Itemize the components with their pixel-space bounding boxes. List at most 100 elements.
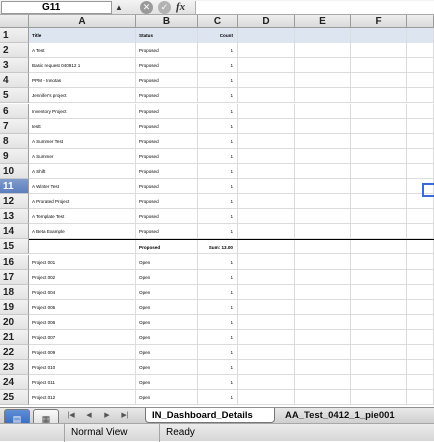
cell-empty[interactable]: [238, 224, 295, 240]
tab-aa-test-pie[interactable]: AA_Test_0412_1_pie001: [279, 408, 434, 423]
cell-title[interactable]: A Template Test: [29, 209, 136, 225]
tab-in-dashboard-details[interactable]: IN_Dashboard_Details: [145, 408, 275, 423]
cell-empty[interactable]: [238, 360, 295, 376]
row-header[interactable]: 16: [0, 254, 29, 270]
formula-input[interactable]: [195, 1, 434, 14]
row-header[interactable]: 23: [0, 360, 29, 376]
cell-empty[interactable]: [407, 330, 434, 346]
cell-count[interactable]: 1: [198, 148, 238, 164]
cell-title[interactable]: Project 010: [29, 360, 136, 376]
cell-empty[interactable]: [407, 43, 434, 59]
cell-empty[interactable]: [238, 284, 295, 300]
cell-count[interactable]: 1: [198, 284, 238, 300]
cell-empty[interactable]: [351, 269, 407, 285]
cell-empty[interactable]: [238, 375, 295, 391]
cell-count[interactable]: 1: [198, 390, 238, 406]
cell-count[interactable]: 1: [198, 345, 238, 361]
row-header[interactable]: 4: [0, 73, 29, 89]
cell-empty[interactable]: [238, 314, 295, 330]
cell-count[interactable]: 1: [198, 103, 238, 119]
column-header-c[interactable]: C: [198, 15, 238, 28]
confirm-formula-icon[interactable]: ✓: [158, 1, 171, 14]
cell-empty[interactable]: [238, 254, 295, 270]
cell-title[interactable]: A Beta Example: [29, 224, 136, 240]
row-header[interactable]: 15: [0, 239, 29, 255]
function-icon[interactable]: fx: [176, 0, 185, 15]
cell-empty[interactable]: [351, 240, 407, 256]
cell-empty[interactable]: [351, 103, 407, 119]
cell-status[interactable]: Open: [136, 254, 198, 270]
cell-status[interactable]: Proposed: [136, 163, 198, 179]
cell-title[interactable]: A Test: [29, 43, 136, 59]
row-header[interactable]: 19: [0, 299, 29, 315]
cell-count[interactable]: 1: [198, 194, 238, 210]
last-sheet-icon[interactable]: ▶|: [118, 410, 132, 421]
cell-empty[interactable]: [238, 299, 295, 315]
row-header[interactable]: 7: [0, 118, 29, 134]
cell-empty[interactable]: [295, 28, 351, 44]
cell-empty[interactable]: [351, 284, 407, 300]
cancel-formula-icon[interactable]: ✕: [140, 1, 153, 14]
cell-status[interactable]: Open: [136, 375, 198, 391]
cell-count[interactable]: 1: [198, 43, 238, 59]
cell-empty[interactable]: [407, 163, 434, 179]
column-header-a[interactable]: A: [29, 15, 136, 28]
cell-empty[interactable]: [295, 330, 351, 346]
cell-status[interactable]: Open: [136, 360, 198, 376]
cell-empty[interactable]: [238, 148, 295, 164]
cell-count[interactable]: 1: [198, 133, 238, 149]
cell-empty[interactable]: [238, 163, 295, 179]
cell-empty[interactable]: [407, 345, 434, 361]
cell-empty[interactable]: [407, 269, 434, 285]
cell-empty[interactable]: [238, 240, 295, 256]
cell-empty[interactable]: [351, 58, 407, 74]
cell-empty[interactable]: [407, 390, 434, 406]
cell-empty[interactable]: [238, 28, 295, 44]
cell-count[interactable]: 1: [198, 179, 238, 195]
column-header-g[interactable]: [407, 15, 434, 28]
cell-empty[interactable]: [295, 209, 351, 225]
cell-empty[interactable]: [295, 148, 351, 164]
cell-empty[interactable]: [351, 314, 407, 330]
cell-empty[interactable]: [295, 163, 351, 179]
cell-empty[interactable]: [407, 284, 434, 300]
cell-title[interactable]: Inventory Project: [29, 103, 136, 119]
row-header[interactable]: 5: [0, 88, 29, 104]
cell-count[interactable]: 1: [198, 314, 238, 330]
cell-empty[interactable]: [238, 103, 295, 119]
cell-status[interactable]: Proposed: [136, 194, 198, 210]
cell-empty[interactable]: [295, 240, 351, 256]
cell-title[interactable]: PPM - Innotas: [29, 73, 136, 89]
select-all-corner[interactable]: [0, 15, 29, 28]
cell-count[interactable]: 1: [198, 163, 238, 179]
cell-empty[interactable]: [351, 148, 407, 164]
cell-empty[interactable]: [295, 224, 351, 240]
cell-empty[interactable]: [351, 88, 407, 104]
cell-title[interactable]: [29, 240, 136, 256]
row-header[interactable]: 13: [0, 209, 29, 225]
cell-title[interactable]: Project 002: [29, 269, 136, 285]
cell-empty[interactable]: [351, 133, 407, 149]
cell-empty[interactable]: [351, 73, 407, 89]
cell-empty[interactable]: [407, 133, 434, 149]
cell-title[interactable]: A Summer: [29, 148, 136, 164]
cell-count[interactable]: 1: [198, 360, 238, 376]
cell-status[interactable]: Open: [136, 314, 198, 330]
cell-title[interactable]: Project 009: [29, 345, 136, 361]
cell-empty[interactable]: [407, 118, 434, 134]
cell-status[interactable]: Status: [136, 28, 198, 44]
cell-status[interactable]: Proposed: [136, 118, 198, 134]
cell-count[interactable]: 1: [198, 73, 238, 89]
cell-title[interactable]: A Prorated Project: [29, 194, 136, 210]
first-sheet-icon[interactable]: |◀: [64, 410, 78, 421]
cell-empty[interactable]: [351, 224, 407, 240]
cell-empty[interactable]: [351, 254, 407, 270]
prev-sheet-icon[interactable]: ◀: [82, 410, 96, 421]
cell-empty[interactable]: [295, 73, 351, 89]
cell-empty[interactable]: [295, 299, 351, 315]
column-header-d[interactable]: D: [238, 15, 295, 28]
cell-count[interactable]: Sum: 13.00: [198, 240, 238, 256]
cell-count[interactable]: Count: [198, 28, 238, 44]
row-header[interactable]: 3: [0, 58, 29, 74]
row-header[interactable]: 12: [0, 194, 29, 210]
